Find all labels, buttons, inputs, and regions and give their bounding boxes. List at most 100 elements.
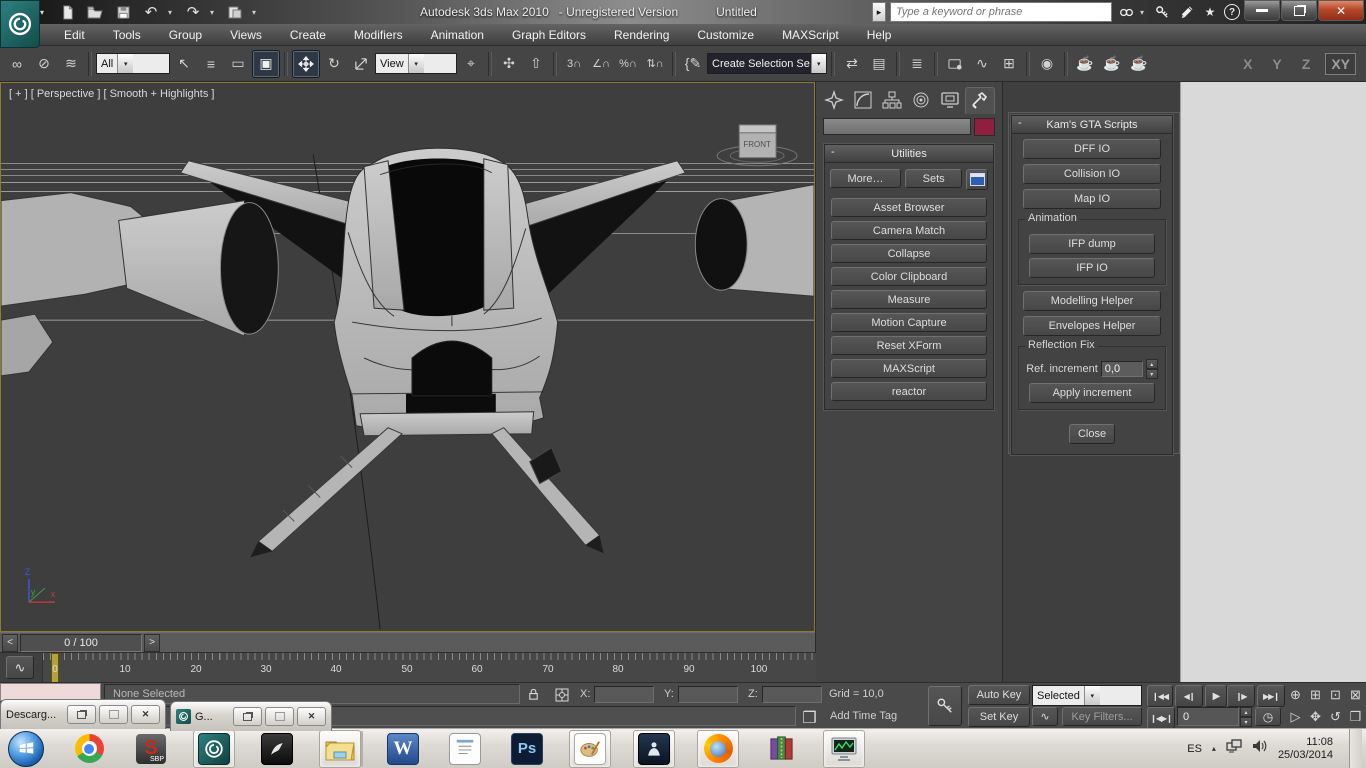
camera-match-button[interactable]: Camera Match (831, 221, 987, 240)
mini-close-icon[interactable]: ✕ (297, 707, 326, 726)
named-sets-caret-icon[interactable]: ▾ (811, 54, 826, 73)
redo-dropdown-icon[interactable]: ▾ (210, 8, 218, 17)
view-cube-front-label[interactable]: FRONT (743, 140, 771, 149)
sets-button[interactable]: Sets (905, 169, 962, 188)
play-icon[interactable]: ▶ (1205, 685, 1227, 707)
redo-icon[interactable]: ↷ (182, 3, 204, 21)
frame-spin-up-icon[interactable]: ▴ (1240, 707, 1252, 717)
go-to-start-icon[interactable]: ❙◀◀ (1147, 685, 1173, 707)
language-indicator[interactable]: ES (1187, 743, 1202, 755)
more-button[interactable]: More… (830, 169, 901, 188)
viewport-canvas[interactable]: FRONT (1, 83, 814, 631)
mini-curve-editor-button[interactable]: ∿ (6, 656, 34, 679)
tab-display-icon[interactable] (936, 87, 964, 112)
modelling-helper-button[interactable]: Modelling Helper (1023, 291, 1161, 311)
time-next-button[interactable]: > (144, 634, 160, 652)
tab-hierarchy-icon[interactable] (878, 87, 906, 112)
use-pivot-point-icon[interactable]: ⌖ (458, 51, 484, 77)
menu-tools[interactable]: Tools (99, 24, 155, 46)
reference-coordinate-dropdown[interactable]: View ▾ (375, 53, 457, 74)
dff-io-button[interactable]: DFF IO (1023, 139, 1161, 159)
coord-caret-icon[interactable]: ▾ (408, 54, 424, 73)
ifp-dump-button[interactable]: IFP dump (1029, 234, 1155, 254)
search-dropdown-icon[interactable]: ▾ (1140, 8, 1148, 17)
application-menu-caret-icon[interactable]: ▾ (40, 8, 44, 17)
select-and-manipulate-icon[interactable]: ✣ (496, 51, 522, 77)
menu-graph-editors[interactable]: Graph Editors (498, 24, 600, 46)
frame-spinner[interactable]: ▴ ▾ (1240, 707, 1252, 727)
graphite-tools-icon[interactable] (942, 51, 968, 77)
mirror-icon[interactable]: ⇄ (839, 51, 865, 77)
asset-browser-button[interactable]: Asset Browser (831, 198, 987, 217)
menu-modifiers[interactable]: Modifiers (340, 24, 417, 46)
named-selection-sets-dropdown[interactable]: Create Selection Se ▾ (707, 53, 827, 74)
axis-y-button[interactable]: Y (1267, 54, 1286, 74)
close-button[interactable]: ✕ (1318, 0, 1364, 21)
select-and-move-icon[interactable] (292, 50, 320, 78)
tab-modify-icon[interactable] (849, 87, 877, 112)
maximize-viewport-icon[interactable]: ❒ (1346, 707, 1365, 727)
undo-icon[interactable]: ↶ (140, 3, 162, 21)
select-and-scale-icon[interactable] (348, 51, 374, 77)
pan-zoom-icon[interactable]: ▷ (1286, 707, 1305, 727)
frame-spin-down-icon[interactable]: ▾ (1240, 717, 1252, 727)
selection-lock-icon[interactable] (524, 685, 543, 704)
minimized-window-gta[interactable]: G... ✕ (170, 701, 332, 731)
menu-maxscript[interactable]: MAXScript (768, 24, 853, 46)
tab-utilities-icon[interactable] (965, 87, 995, 114)
restore-button[interactable] (1281, 0, 1317, 21)
select-and-link-icon[interactable]: ∞ (4, 51, 30, 77)
maxscript-button[interactable]: MAXScript (831, 359, 987, 378)
window-crossing-toggle-icon[interactable]: ▣ (252, 50, 280, 78)
percent-snap-icon[interactable]: %∩ (615, 51, 641, 77)
render-setup-icon[interactable]: ☕ (1072, 51, 1098, 77)
menu-group[interactable]: Group (155, 24, 216, 46)
color-clipboard-button[interactable]: Color Clipboard (831, 267, 987, 286)
selection-region-icon[interactable]: ▭ (225, 51, 251, 77)
show-hidden-icons[interactable]: ▴ (1212, 744, 1216, 753)
menu-customize[interactable]: Customize (683, 24, 768, 46)
menu-help[interactable]: Help (853, 24, 906, 46)
mini-maximize-icon[interactable] (99, 705, 128, 724)
map-io-button[interactable]: Map IO (1023, 189, 1161, 209)
taskbar-game-icon[interactable] (633, 730, 675, 768)
ifp-io-button[interactable]: IFP IO (1029, 258, 1155, 278)
qat-options-icon[interactable]: ▾ (252, 8, 260, 17)
utility-name-field[interactable] (823, 118, 971, 135)
utilities-config-button[interactable] (966, 169, 988, 190)
mini-restore-icon[interactable] (233, 707, 262, 726)
minimized-window-descargas[interactable]: Descarg... ✕ (0, 699, 166, 729)
bind-to-space-warp-icon[interactable]: ≋ (58, 51, 84, 77)
taskbar-3dsmax-icon[interactable] (193, 730, 235, 768)
favorites-star-icon[interactable]: ★ (1200, 3, 1220, 21)
collapse-button[interactable]: Collapse (831, 244, 987, 263)
apply-increment-button[interactable]: Apply increment (1029, 383, 1155, 403)
add-time-tag[interactable]: Add Time Tag (830, 710, 897, 722)
track-bar-ruler[interactable]: 0 10 20 30 40 50 60 70 80 90 100 (42, 653, 816, 683)
zoom-all-icon[interactable]: ⊞ (1306, 685, 1325, 705)
menu-animation[interactable]: Animation (417, 24, 498, 46)
orbit-icon[interactable]: ↺ (1326, 707, 1345, 727)
subscription-key-icon[interactable] (1152, 3, 1172, 21)
go-to-end-icon[interactable]: ▶▶❙ (1257, 685, 1285, 707)
rendered-frame-window-icon[interactable]: ☕ (1099, 51, 1125, 77)
taskbar-notepad-icon[interactable] (445, 731, 485, 767)
infocenter-collapse-icon[interactable]: ▸ (872, 2, 886, 22)
default-in-out-tangents-icon[interactable]: ∿ (1032, 707, 1058, 726)
mini-close-icon[interactable]: ✕ (131, 705, 160, 724)
time-prev-button[interactable]: < (2, 634, 18, 652)
save-file-icon[interactable] (112, 3, 134, 21)
zoom-icon[interactable]: ⊕ (1286, 685, 1305, 705)
taskbar-sbp-icon[interactable]: S SBP (131, 731, 171, 767)
right-gauntlet-mesh[interactable] (695, 185, 814, 297)
keyboard-shortcut-override-icon[interactable]: ⇧ (523, 51, 549, 77)
menu-views[interactable]: Views (216, 24, 276, 46)
unlink-selection-icon[interactable]: ⊘ (31, 51, 57, 77)
zoom-extents-icon[interactable]: ⊡ (1326, 685, 1345, 705)
network-icon[interactable] (1226, 739, 1242, 758)
ref-increment-spinner[interactable]: ▴ ▾ (1146, 359, 1158, 379)
kams-collapse-icon[interactable]: - (1018, 117, 1022, 129)
taskbar-firefox-icon[interactable] (697, 730, 739, 768)
absolute-relative-toggle-icon[interactable] (552, 685, 571, 704)
taskbar-winrar-icon[interactable] (761, 731, 801, 767)
